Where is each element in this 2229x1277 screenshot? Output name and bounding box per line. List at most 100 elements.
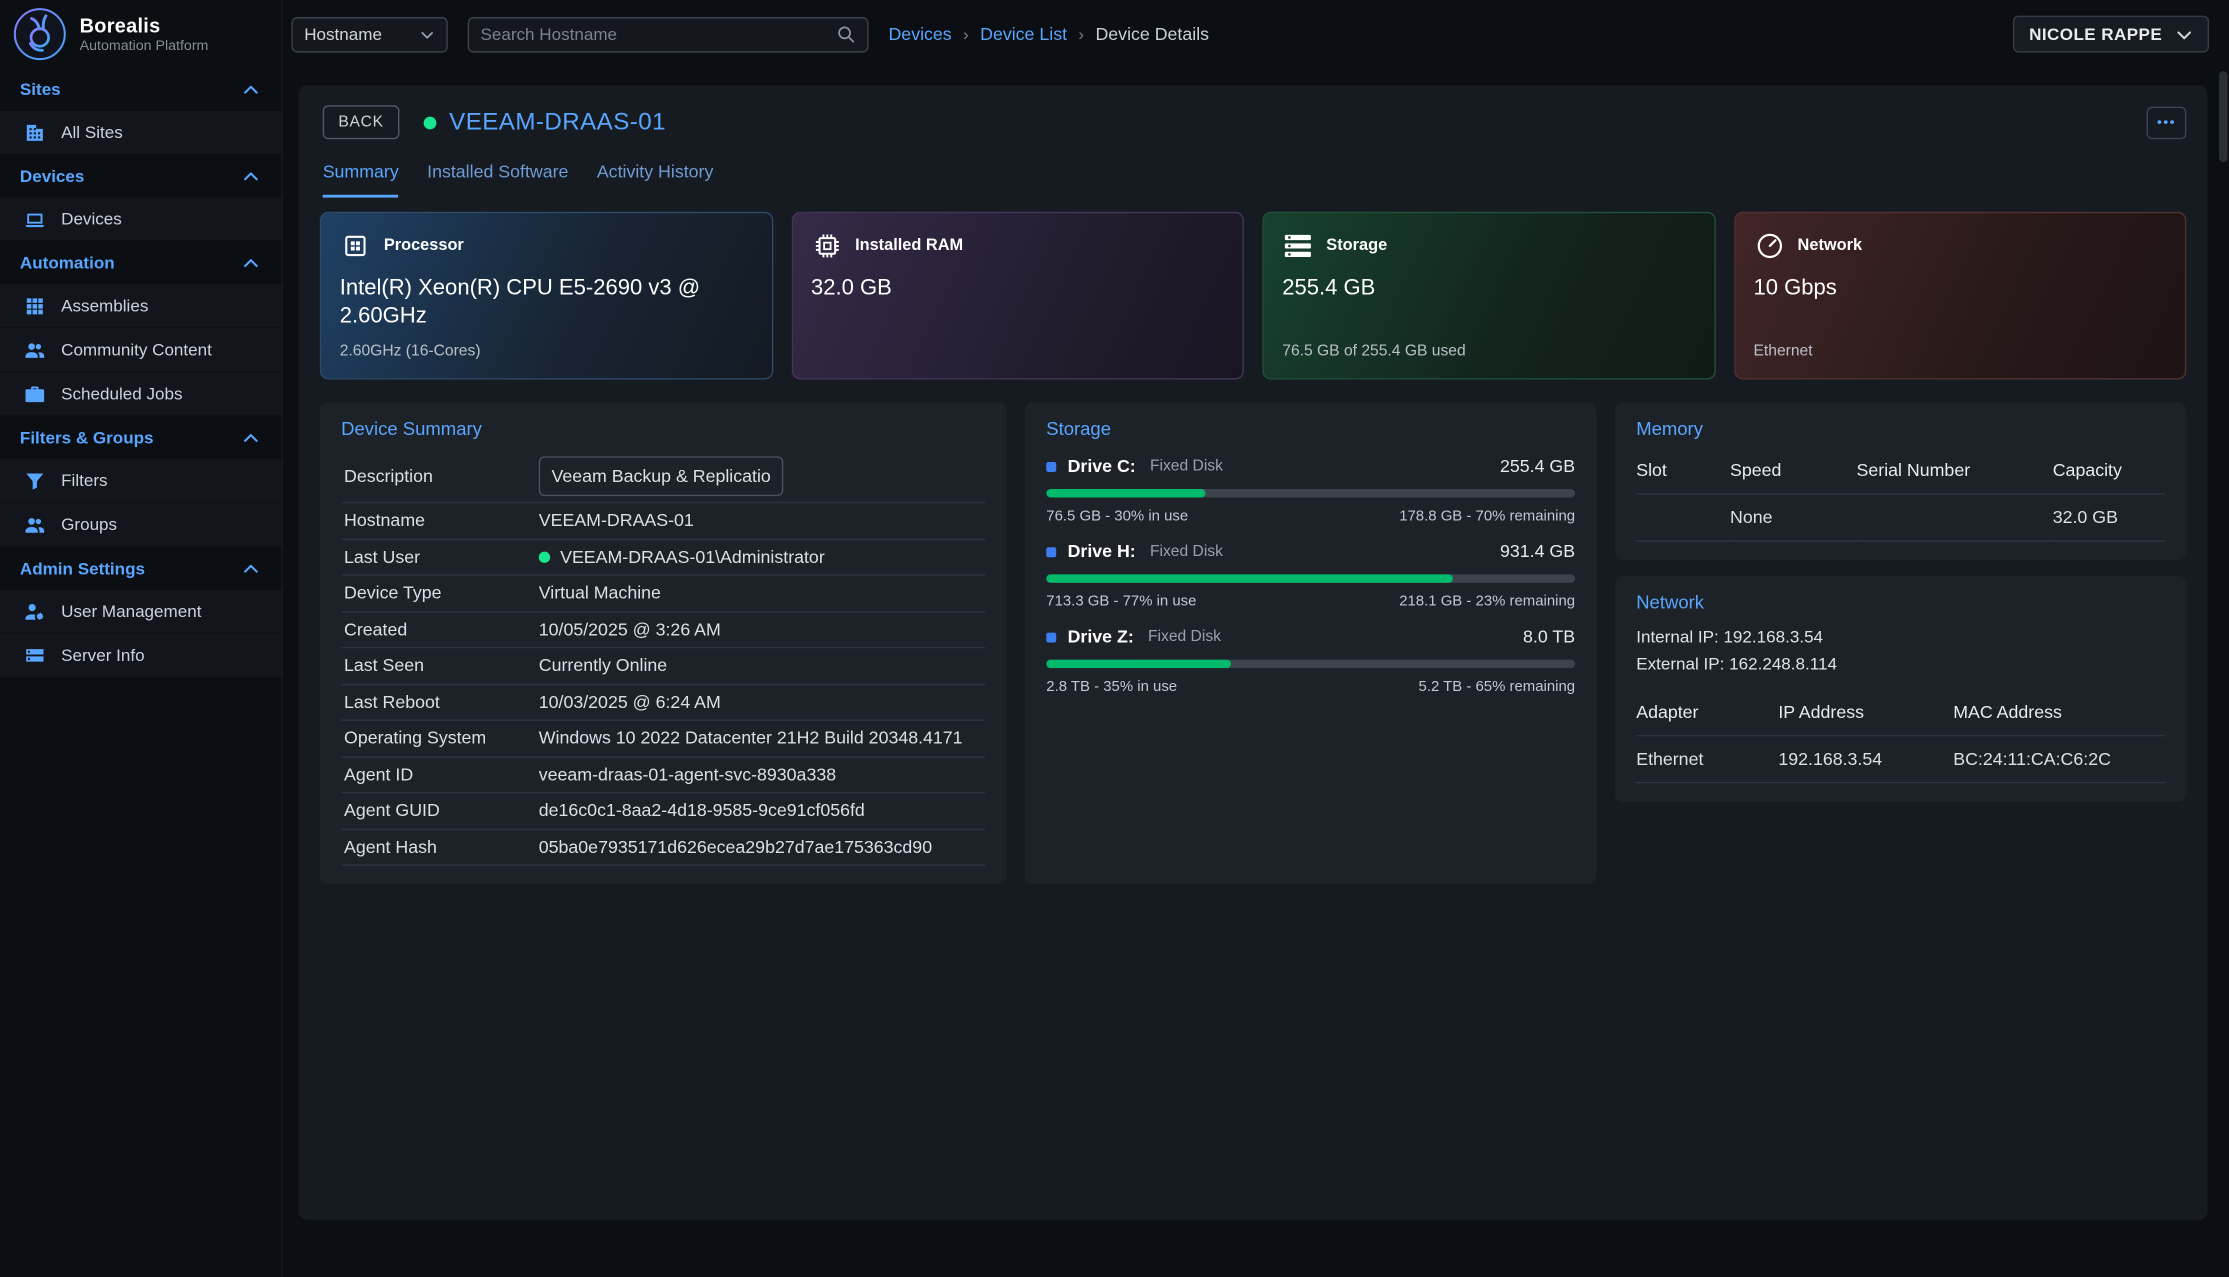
row-value: VEEAM-DRAAS-01\Administrator (560, 547, 825, 567)
column-header: Slot (1636, 453, 1730, 494)
drive-type: Fixed Disk (1148, 628, 1221, 645)
drive-usage-bar (1046, 489, 1575, 498)
description-input[interactable] (539, 456, 784, 496)
brand[interactable]: Borealis Automation Platform (0, 0, 281, 68)
brand-text: Borealis Automation Platform (80, 14, 209, 54)
panel-title: Device Summary (341, 418, 985, 439)
building-icon (24, 122, 45, 143)
storage-panel: Storage Drive C: Fixed Disk 255.4 GB 76.… (1025, 402, 1596, 884)
device-header: BACK VEEAM-DRAAS-01 ••• (299, 85, 2208, 139)
device-summary-panel: Device Summary Description Hostname VEEA… (320, 402, 1007, 884)
sidebar-item-label: Devices (61, 209, 122, 229)
row-label: Created (344, 619, 539, 639)
search-input[interactable] (480, 24, 835, 44)
row-value: de16c0c1-8aa2-4d18-9585-9ce91cf056fd (539, 801, 865, 821)
sidebar-item-scheduled-jobs[interactable]: Scheduled Jobs (0, 372, 281, 416)
drive-remaining-text: 218.1 GB - 23% remaining (1399, 593, 1575, 610)
memory-table: Slot Speed Serial Number Capacity None 3… (1636, 453, 2165, 541)
tab-installed-software[interactable]: Installed Software (427, 162, 568, 198)
table-cell: Ethernet (1636, 737, 1778, 784)
panel-title: Network (1636, 591, 2165, 612)
sidebar-item-server-info[interactable]: Server Info (0, 634, 281, 678)
internal-ip: Internal IP: 192.168.3.54 (1636, 624, 2165, 650)
sidebar-item-all-sites[interactable]: All Sites (0, 111, 281, 155)
drive-marker-icon (1046, 547, 1056, 557)
detail-grid: Device Summary Description Hostname VEEA… (320, 402, 2187, 884)
column-header: Speed (1730, 453, 1857, 494)
sidebar-item-assemblies[interactable]: Assemblies (0, 284, 281, 328)
summary-row-agent-id: Agent ID veeam-draas-01-agent-svc-8930a3… (341, 757, 985, 793)
drive-size: 931.4 GB (1500, 542, 1575, 562)
stat-footer (811, 343, 1224, 361)
row-label: Device Type (344, 583, 539, 603)
column-header: MAC Address (1953, 695, 2165, 736)
stat-label: Storage (1326, 237, 1387, 254)
row-value: Windows 10 2022 Datacenter 21H2 Build 20… (539, 728, 963, 748)
section-label: Admin Settings (20, 559, 145, 579)
sidebar-section-devices[interactable]: Devices (0, 155, 281, 198)
section-label: Sites (20, 80, 61, 100)
table-cell: 32.0 GB (2053, 495, 2165, 542)
sidebar-item-label: User Management (61, 601, 201, 621)
drive-usage-bar (1046, 574, 1575, 583)
tab-summary[interactable]: Summary (323, 162, 399, 198)
row-value: Currently Online (539, 656, 667, 676)
back-button[interactable]: BACK (323, 105, 400, 139)
summary-row-agent-guid: Agent GUID de16c0c1-8aa2-4d18-9585-9ce91… (341, 793, 985, 829)
people-icon (24, 514, 45, 535)
drive-used-text: 2.8 TB - 35% in use (1046, 678, 1177, 695)
drive-remaining-text: 178.8 GB - 70% remaining (1399, 507, 1575, 524)
row-value: Virtual Machine (539, 583, 661, 603)
row-value: veeam-draas-01-agent-svc-8930a338 (539, 764, 836, 784)
stat-label: Installed RAM (855, 237, 963, 254)
sidebar-item-community-content[interactable]: Community Content (0, 328, 281, 372)
sidebar-item-user-management[interactable]: User Management (0, 590, 281, 634)
sidebar-item-filters[interactable]: Filters (0, 459, 281, 503)
network-panel: Network Internal IP: 192.168.3.54 Extern… (1615, 576, 2186, 802)
user-menu-button[interactable]: NICOLE RAPPE (2013, 16, 2209, 53)
column-header: Capacity (2053, 453, 2165, 494)
people-icon (24, 339, 45, 360)
stat-footer: 76.5 GB of 255.4 GB used (1282, 343, 1695, 361)
row-label: Hostname (344, 511, 539, 531)
stat-card-processor: Processor Intel(R) Xeon(R) CPU E5-2690 v… (320, 212, 773, 380)
table-cell (1636, 495, 1730, 542)
row-label: Agent Hash (344, 837, 539, 857)
stat-value: Intel(R) Xeon(R) CPU E5-2690 v3 @ 2.60GH… (340, 274, 707, 332)
drive-z: Drive Z: Fixed Disk 8.0 TB 2.8 TB - 35% … (1046, 627, 1575, 695)
brand-subtitle: Automation Platform (80, 38, 209, 54)
online-status-dot (539, 551, 550, 562)
tab-activity-history[interactable]: Activity History (597, 162, 714, 198)
summary-row-last-reboot: Last Reboot 10/03/2025 @ 6:24 AM (341, 684, 985, 720)
sidebar-section-filters-groups[interactable]: Filters & Groups (0, 417, 281, 460)
sidebar-item-label: Scheduled Jobs (61, 384, 182, 404)
summary-row-device-type: Device Type Virtual Machine (341, 576, 985, 612)
row-value: 05ba0e7935171d626ecea29b27d7ae175363cd90 (539, 837, 932, 857)
breadcrumb-current: Device Details (1095, 24, 1209, 44)
drive-name: Drive Z: (1068, 627, 1134, 647)
summary-row-description: Description (341, 451, 985, 504)
user-gear-icon (24, 601, 45, 622)
sidebar-section-admin-settings[interactable]: Admin Settings (0, 547, 281, 590)
device-tabs: Summary Installed Software Activity Hist… (299, 139, 2208, 197)
sidebar-section-sites[interactable]: Sites (0, 68, 281, 111)
sidebar-item-devices[interactable]: Devices (0, 198, 281, 242)
sidebar-item-label: All Sites (61, 122, 123, 142)
stat-value: 10 Gbps (1753, 274, 2120, 303)
search-field-dropdown[interactable]: Hostname (291, 16, 447, 52)
sidebar-item-label: Community Content (61, 340, 212, 360)
row-label: Operating System (344, 728, 539, 748)
drive-c: Drive C: Fixed Disk 255.4 GB 76.5 GB - 3… (1046, 456, 1575, 524)
scrollbar[interactable] (2219, 71, 2228, 162)
summary-row-created: Created 10/05/2025 @ 3:26 AM (341, 612, 985, 648)
breadcrumb-device-list[interactable]: Device List (980, 24, 1067, 44)
breadcrumb-devices[interactable]: Devices (888, 24, 951, 44)
chevron-up-icon (242, 559, 260, 577)
sidebar-item-groups[interactable]: Groups (0, 503, 281, 547)
sidebar-section-automation[interactable]: Automation (0, 242, 281, 285)
sidebar-item-label: Groups (61, 515, 117, 535)
panel-title: Storage (1046, 418, 1575, 439)
more-options-button[interactable]: ••• (2147, 106, 2187, 139)
drive-name: Drive C: (1068, 456, 1136, 476)
drive-remaining-text: 5.2 TB - 65% remaining (1419, 678, 1576, 695)
